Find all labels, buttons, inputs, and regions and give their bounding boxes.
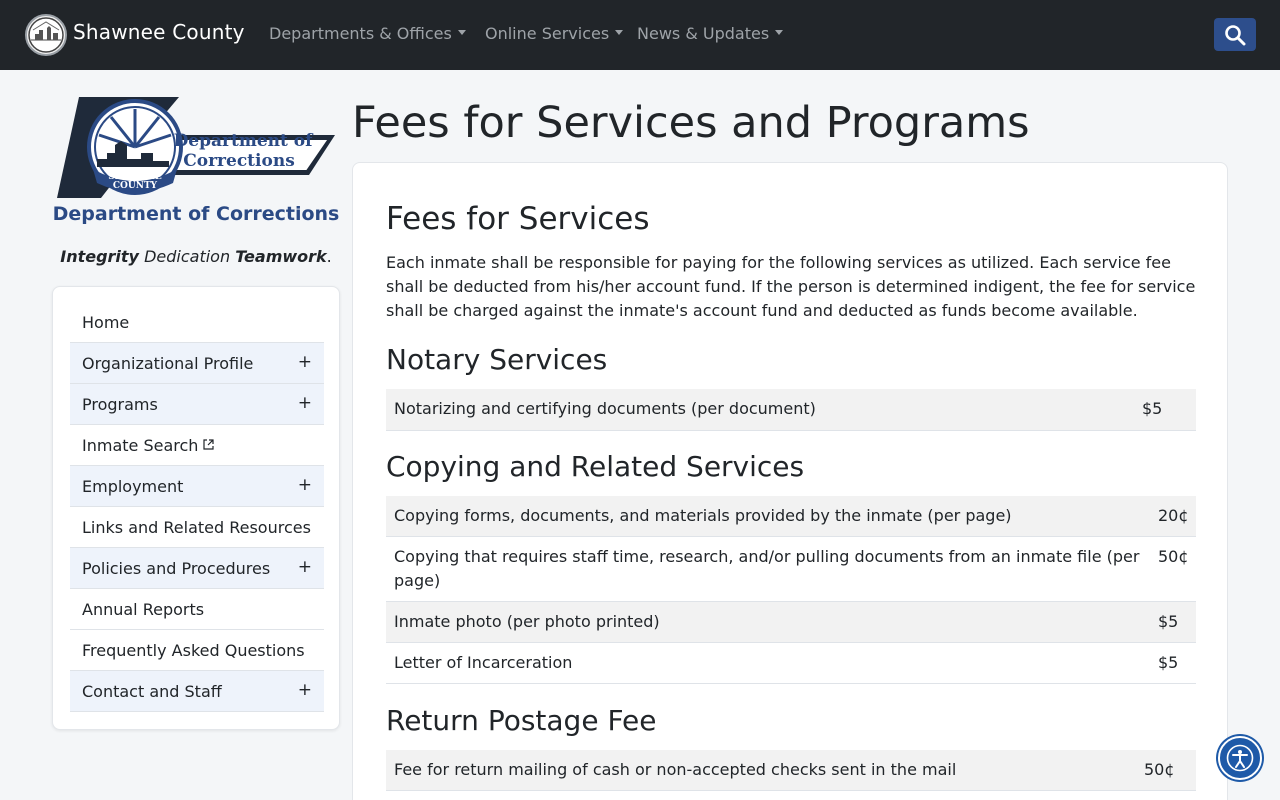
sidebar-item-home[interactable]: Home <box>70 302 324 343</box>
expand-plus-icon[interactable]: + <box>298 393 312 413</box>
fee-price: $5 <box>1158 653 1179 672</box>
sidebar-item-inmate-search[interactable]: Inmate Search <box>70 425 324 466</box>
content-card: Fees for Services Each inmate shall be r… <box>352 162 1228 800</box>
caret-down-icon <box>775 30 784 35</box>
copying-heading: Copying and Related Services <box>386 450 805 483</box>
fee-row: Fee for return mailing of cash or non-ac… <box>386 750 1196 791</box>
brand-name[interactable]: Shawnee County <box>73 20 245 44</box>
nav-departments-dropdown[interactable]: Departments & Offices <box>269 24 466 43</box>
sidebar-item-faq[interactable]: Frequently Asked Questions <box>70 630 324 671</box>
logo-text-line1: Department of <box>174 131 315 151</box>
caret-down-icon <box>457 30 466 35</box>
sidebar-item-links-resources[interactable]: Links and Related Resources <box>70 507 324 548</box>
fee-description: Inmate photo (per photo printed) <box>394 612 660 631</box>
top-navbar: Shawnee County Departments & Offices Onl… <box>0 0 1280 70</box>
search-button[interactable] <box>1214 18 1256 51</box>
tagline-word: Integrity <box>60 247 139 266</box>
search-icon <box>1225 25 1246 46</box>
sidebar-item-label: Contact and Staff <box>82 682 222 701</box>
nav-online-services-label: Online Services <box>485 24 610 43</box>
department-logo: SHAWNEE COUNTY Department of Corrections <box>57 97 335 199</box>
sidebar-item-label: Frequently Asked Questions <box>82 641 305 660</box>
fee-row: Copying that requires staff time, resear… <box>386 537 1196 602</box>
expand-plus-icon[interactable]: + <box>298 680 312 700</box>
logo-seal-text: COUNTY <box>113 181 158 191</box>
sidebar-item-policies-procedures[interactable]: Policies and Procedures + <box>70 548 324 589</box>
fee-row: Inmate photo (per photo printed) $5 <box>386 602 1196 643</box>
tagline-word: Teamwork <box>235 247 327 266</box>
sidebar-item-organizational-profile[interactable]: Organizational Profile + <box>70 343 324 384</box>
nav-news-dropdown[interactable]: News & Updates <box>637 24 784 43</box>
expand-plus-icon[interactable]: + <box>298 557 312 577</box>
expand-plus-icon[interactable]: + <box>298 475 312 495</box>
nav-news-label: News & Updates <box>637 24 770 43</box>
postage-heading: Return Postage Fee <box>386 704 657 737</box>
sidebar-item-label: Annual Reports <box>82 600 205 619</box>
fee-description: Copying forms, documents, and materials … <box>394 506 1012 525</box>
sidebar-item-label: Employment <box>82 477 184 496</box>
sidebar-item-label: Inmate Search <box>82 436 199 455</box>
sidebar-item-programs[interactable]: Programs + <box>70 384 324 425</box>
fee-description: Copying that requires staff time, resear… <box>394 547 1140 590</box>
fee-price: $5 <box>1158 612 1179 631</box>
sidebar-item-label-wrap: Inmate Search <box>82 436 215 455</box>
sidebar-item-label: Programs <box>82 395 158 414</box>
sidebar-item-label: Home <box>82 313 130 332</box>
nav-online-services-dropdown[interactable]: Online Services <box>485 24 624 43</box>
fee-row: Letter of Incarceration $5 <box>386 643 1196 684</box>
tagline-period: . <box>326 247 332 266</box>
logo-text-line2: Corrections <box>183 151 295 171</box>
fee-price: 50¢ <box>1144 760 1175 779</box>
external-link-icon <box>203 439 215 450</box>
accessibility-button[interactable] <box>1218 736 1262 780</box>
fee-description: Fee for return mailing of cash or non-ac… <box>394 760 957 779</box>
sidebar-item-label: Links and Related Resources <box>82 518 311 537</box>
fee-row: Notarizing and certifying documents (per… <box>386 389 1196 431</box>
notary-heading: Notary Services <box>386 343 608 376</box>
tagline-word: Dedication <box>144 247 231 266</box>
fee-price: $5 <box>1142 399 1163 418</box>
fee-description: Letter of Incarceration <box>394 653 573 672</box>
accessibility-icon <box>1226 744 1254 772</box>
sidebar-item-contact-staff[interactable]: Contact and Staff + <box>70 671 324 712</box>
section-title: Fees for Services <box>386 201 650 237</box>
page-title: Fees for Services and Programs <box>352 98 1030 148</box>
sidebar-item-label: Policies and Procedures <box>82 559 271 578</box>
fee-description: Notarizing and certifying documents (per… <box>394 399 816 418</box>
sidebar-menu: Home Organizational Profile + Programs + I… <box>52 286 340 730</box>
department-title: Department of Corrections <box>52 203 340 225</box>
fee-row: Copying forms, documents, and materials … <box>386 496 1196 537</box>
fee-price: 20¢ <box>1158 506 1189 525</box>
sidebar-item-employment[interactable]: Employment + <box>70 466 324 507</box>
caret-down-icon <box>615 30 624 35</box>
nav-departments-label: Departments & Offices <box>269 24 452 43</box>
intro-paragraph: Each inmate shall be responsible for pay… <box>386 253 1196 320</box>
sidebar-item-label: Organizational Profile <box>82 354 254 373</box>
fee-price: 50¢ <box>1158 547 1189 566</box>
expand-plus-icon[interactable]: + <box>298 352 312 372</box>
sidebar-item-annual-reports[interactable]: Annual Reports <box>70 589 324 630</box>
county-seal-logo[interactable] <box>25 14 67 56</box>
department-tagline: Integrity Dedication Teamwork. <box>52 247 340 266</box>
